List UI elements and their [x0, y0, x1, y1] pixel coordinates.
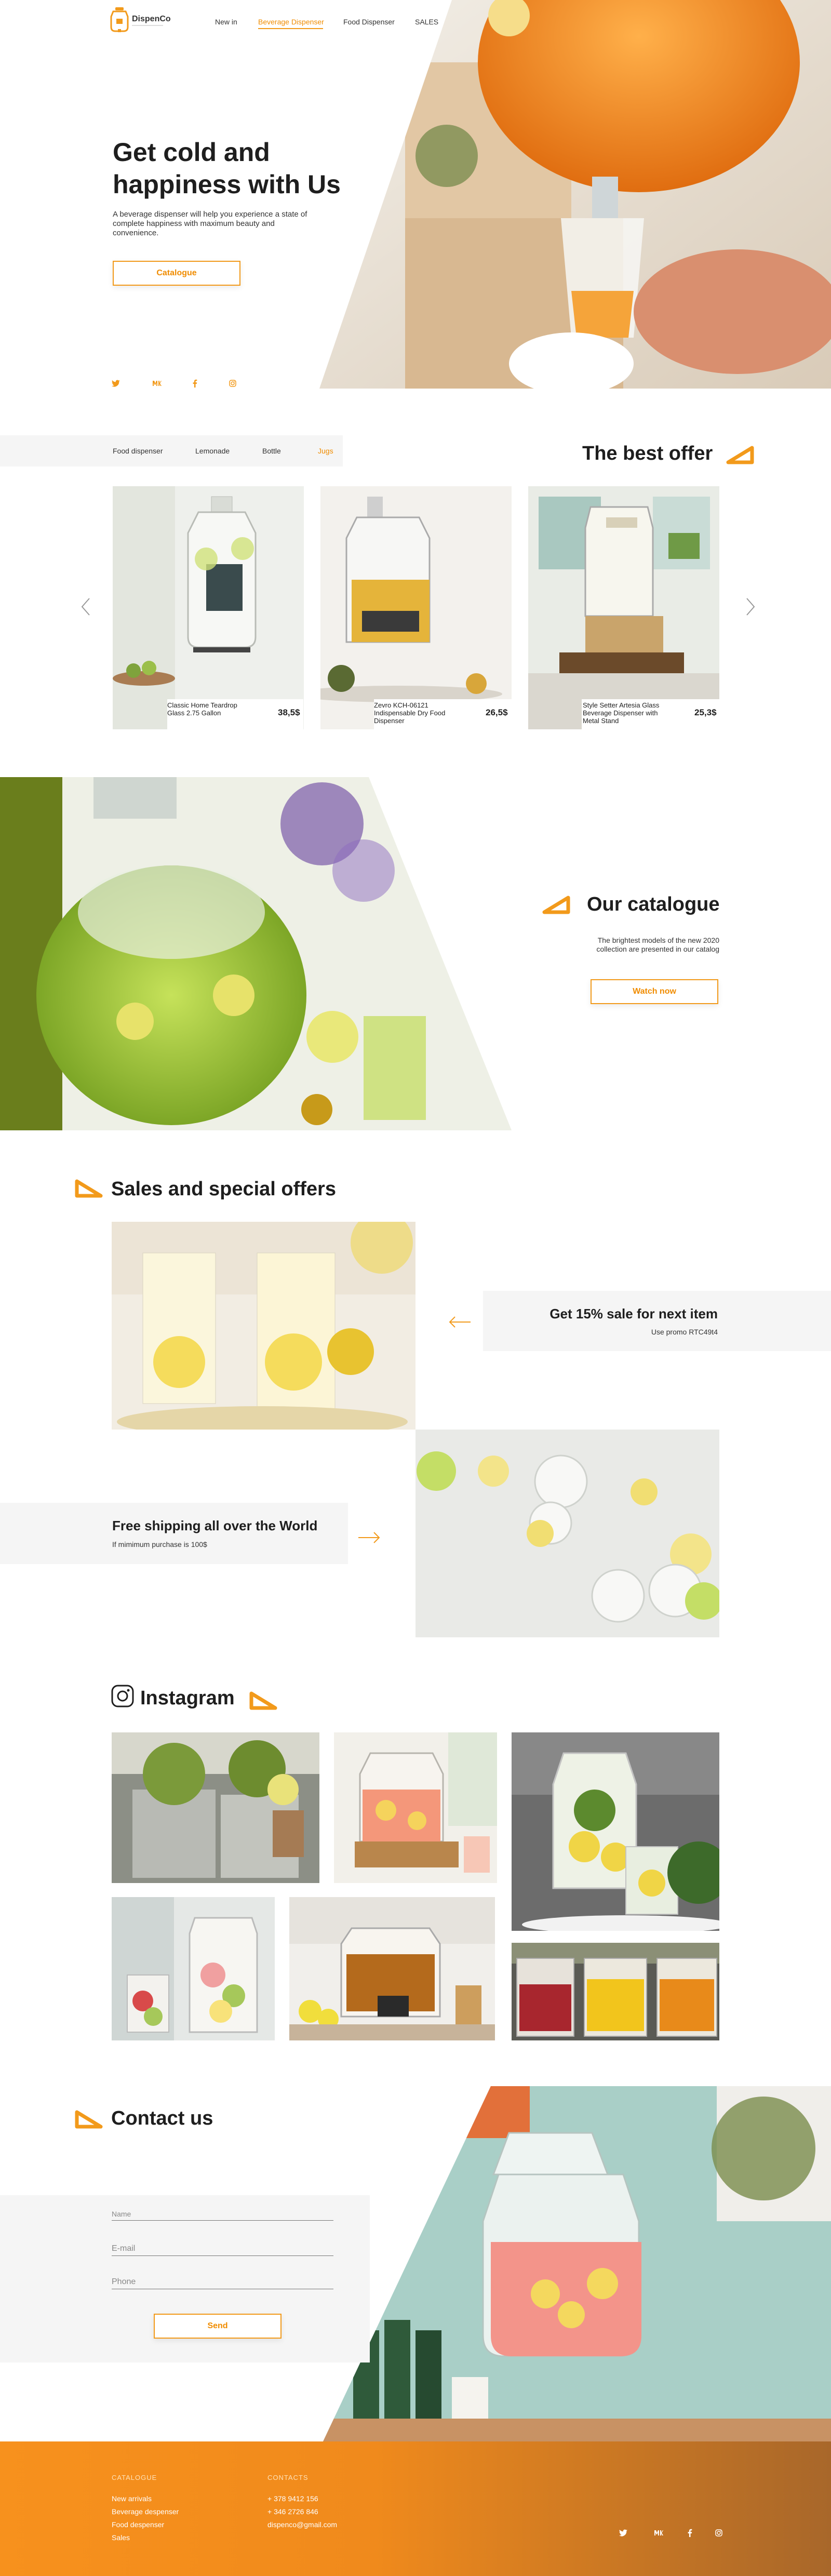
- twitter-icon[interactable]: [617, 2527, 629, 2539]
- nav-new-in[interactable]: New in: [215, 18, 237, 26]
- footer-link-food[interactable]: Food despenser: [112, 2520, 164, 2529]
- footer-link-new-arrivals[interactable]: New arrivals: [112, 2494, 152, 2503]
- footer-link-beverage[interactable]: Beverage despenser: [112, 2507, 179, 2516]
- sale-offer-title: Get 15% sale for next item: [549, 1306, 718, 1322]
- sale-image-lemonade: [112, 1222, 416, 1430]
- product-image: [113, 486, 304, 729]
- logo-icon: [110, 7, 129, 32]
- product-price: 26,5$: [486, 708, 508, 717]
- footer-contacts-heading: CONTACTS: [267, 2474, 309, 2481]
- contact-title: Contact us: [111, 2107, 213, 2129]
- watch-now-button[interactable]: Watch now: [591, 979, 718, 1004]
- arrow-left-icon: [449, 1316, 471, 1328]
- name-placeholder: Name: [112, 2210, 131, 2218]
- phone-placeholder: Phone: [112, 2277, 136, 2286]
- category-tabs-bar: [0, 435, 343, 466]
- contact-form: Name E-mail Phone Send: [0, 2195, 370, 2363]
- sale-offer-text: Use promo RTC49t4: [651, 1328, 718, 1336]
- nav-sales[interactable]: SALES: [415, 18, 438, 26]
- shipping-offer-text: If mimimum purchase is 100$: [112, 1540, 207, 1549]
- footer-phone-1[interactable]: + 378 9412 156: [267, 2494, 318, 2503]
- catalogue-image: [0, 777, 512, 1130]
- facebook-icon[interactable]: [189, 377, 201, 390]
- tab-bottle[interactable]: Bottle: [262, 447, 281, 455]
- instagram-photo[interactable]: [112, 1897, 275, 2040]
- product-image: [320, 486, 512, 729]
- footer-link-sales[interactable]: Sales: [112, 2533, 130, 2542]
- sale-image-glasses: [416, 1430, 719, 1637]
- facebook-icon[interactable]: [683, 2527, 696, 2539]
- nav-food-dispenser[interactable]: Food Dispenser: [343, 18, 395, 26]
- twitter-icon[interactable]: [110, 377, 122, 390]
- best-offer-title: The best offer: [582, 443, 713, 464]
- arrow-right-icon: [358, 1532, 380, 1543]
- carousel-next-button[interactable]: [743, 597, 758, 616]
- sales-title: Sales and special offers: [111, 1178, 336, 1200]
- product-image: [528, 486, 719, 729]
- triangle-icon: [75, 1179, 103, 1198]
- vk-icon[interactable]: [151, 377, 163, 390]
- vk-icon[interactable]: [652, 2527, 665, 2539]
- footer-phone-2[interactable]: + 346 2726 846: [267, 2507, 318, 2516]
- phone-field[interactable]: Phone: [112, 2277, 333, 2289]
- product-card[interactable]: [320, 486, 512, 729]
- catalogue-button[interactable]: Catalogue: [113, 261, 240, 286]
- email-field[interactable]: E-mail: [112, 2244, 333, 2256]
- instagram-icon[interactable]: [713, 2527, 725, 2539]
- instagram-icon[interactable]: [226, 377, 239, 390]
- catalogue-text: The brightest models of the new 2020 col…: [596, 936, 719, 953]
- instagram-photo[interactable]: [112, 1732, 319, 1883]
- instagram-photo[interactable]: [512, 1943, 719, 2040]
- product-card[interactable]: [113, 486, 304, 729]
- tab-lemonade[interactable]: Lemonade: [195, 447, 230, 455]
- logo-underline: [132, 25, 163, 26]
- triangle-icon: [726, 446, 754, 464]
- logo[interactable]: DispenCo: [109, 6, 177, 34]
- catalogue-photo-art: [0, 777, 512, 1130]
- triangle-icon: [249, 1691, 277, 1710]
- email-placeholder: E-mail: [112, 2244, 136, 2253]
- instagram-title-icon: [111, 1685, 134, 1707]
- instagram-photo[interactable]: [512, 1732, 719, 1931]
- product-price: 38,5$: [278, 708, 300, 717]
- catalogue-title: Our catalogue: [587, 893, 720, 915]
- hero-subtitle: A beverage dispenser will help you exper…: [113, 210, 307, 237]
- tab-food-dispenser[interactable]: Food dispenser: [113, 447, 163, 455]
- nav-beverage-dispenser[interactable]: Beverage Dispenser: [258, 18, 324, 26]
- product-card[interactable]: [528, 486, 719, 729]
- hero-title: Get cold and happiness with Us: [113, 138, 341, 199]
- triangle-icon: [542, 896, 570, 914]
- triangle-icon: [75, 2110, 103, 2129]
- footer: CATALOGUE New arrivals Beverage despense…: [0, 2441, 831, 2576]
- product-name: Zevro KCH-06121 Indispensable Dry Food D…: [374, 701, 446, 725]
- tab-jugs[interactable]: Jugs: [318, 447, 333, 455]
- chevron-left-icon: [81, 598, 90, 616]
- instagram-photo[interactable]: [334, 1732, 497, 1883]
- product-name: Style Setter Artesia Glass Beverage Disp…: [583, 701, 660, 725]
- shipping-offer-title: Free shipping all over the World: [112, 1518, 318, 1533]
- instagram-photo[interactable]: [289, 1897, 495, 2040]
- product-name: Classic Home Teardrop Glass 2.75 Gallon: [167, 701, 237, 717]
- carousel-prev-button[interactable]: [78, 597, 93, 616]
- product-price: 25,3$: [694, 708, 717, 717]
- send-button[interactable]: Send: [154, 2314, 282, 2339]
- logo-text: DispenCo: [132, 15, 171, 23]
- instagram-title: Instagram: [140, 1687, 235, 1709]
- footer-catalogue-heading: CATALOGUE: [112, 2474, 157, 2481]
- chevron-right-icon: [746, 598, 755, 616]
- footer-email[interactable]: dispenco@gmail.com: [267, 2520, 337, 2529]
- name-field[interactable]: Name: [112, 2210, 333, 2221]
- nav-active-underline: [258, 28, 323, 29]
